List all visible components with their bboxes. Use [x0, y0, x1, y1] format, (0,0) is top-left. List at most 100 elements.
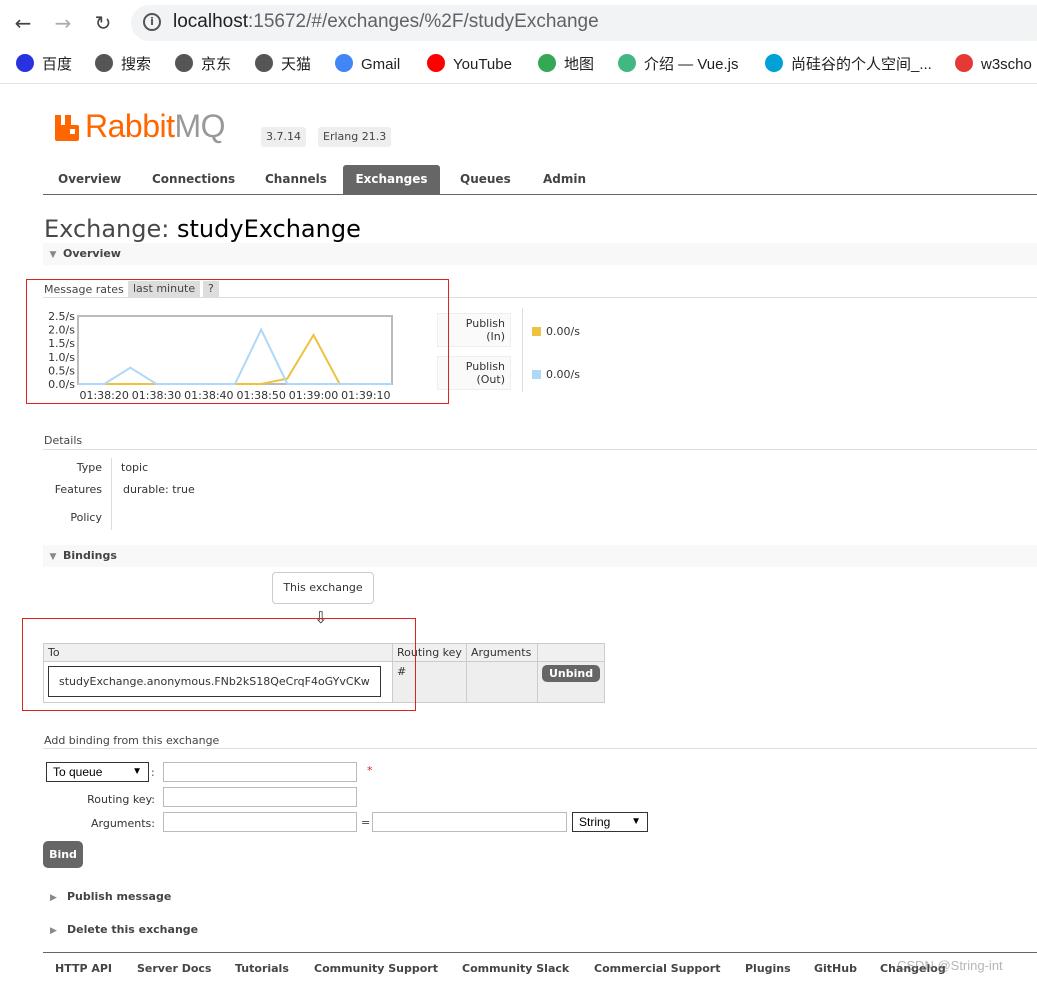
footer-link-tutorials[interactable]: Tutorials [235, 962, 289, 975]
binding-action-cell: Unbind [536, 661, 606, 703]
google-icon [335, 54, 353, 72]
browser-toolbar: ← → ↻ i localhost:15672/#/exchanges/%2F/… [0, 0, 1037, 46]
publish-message-toggle[interactable]: ▶ Publish message [50, 890, 171, 903]
bookmark-label: 百度 [42, 56, 73, 73]
argument-value-input[interactable] [372, 812, 567, 832]
bookmark-item[interactable]: w3scho [955, 54, 1032, 76]
youtube-icon [427, 54, 445, 72]
publish-in-rate: 0.00/s [546, 325, 580, 338]
detail-type-label: Type [76, 461, 102, 474]
details-divider [111, 458, 112, 530]
legend-swatch-in [532, 327, 541, 336]
overview-section-toggle[interactable]: ▼ Overview [43, 243, 1037, 265]
legend-publish-out-value: 0.00/s [532, 368, 580, 381]
exchange-name: studyExchange [177, 215, 361, 243]
legend-publish-in-label: Publish [465, 317, 505, 330]
footer-link-community-support[interactable]: Community Support [314, 962, 438, 975]
bookmark-item[interactable]: 天猫 [255, 54, 311, 76]
expanded-triangle-icon: ▼ [49, 552, 57, 562]
colon-label: : [151, 766, 155, 779]
tab-overview[interactable]: Overview [43, 165, 136, 194]
footer-link-plugins[interactable]: Plugins [745, 962, 791, 975]
legend-publish-out-label: Publish [465, 360, 505, 373]
tab-channels[interactable]: Channels [250, 165, 342, 194]
bookmark-item[interactable]: Gmail [335, 54, 400, 76]
divider [43, 748, 1037, 749]
logo-word-mq: MQ [174, 108, 226, 144]
col-arguments: Arguments [466, 643, 538, 662]
routing-key-input[interactable] [163, 787, 357, 807]
site-info-icon[interactable]: i [143, 13, 161, 31]
detail-type-value: topic [121, 461, 149, 474]
divider [43, 449, 1037, 450]
destination-input[interactable] [163, 762, 357, 782]
footer-link-community-slack[interactable]: Community Slack [462, 962, 569, 975]
footer-link-commercial-support[interactable]: Commercial Support [594, 962, 721, 975]
tab-connections[interactable]: Connections [137, 165, 250, 194]
delete-exchange-toggle[interactable]: ▶ Delete this exchange [50, 923, 198, 936]
version-badge: 3.7.14 [261, 127, 306, 147]
bookmark-item[interactable]: 介绍 — Vue.js [618, 54, 738, 76]
detail-features-label: Features [54, 483, 102, 496]
equals-label: = [361, 816, 371, 829]
bookmark-label: 介绍 — Vue.js [644, 56, 739, 73]
w3school-icon [955, 54, 973, 72]
routing-key-label: Routing key: [87, 793, 155, 806]
detail-features-value: durable: true [123, 483, 195, 496]
reload-icon[interactable]: ↻ [91, 11, 115, 35]
logo-word-rabbit: Rabbit [85, 108, 175, 144]
legend-swatch-out [532, 370, 541, 379]
arguments-label: Arguments: [90, 817, 155, 830]
legend-divider [522, 308, 523, 392]
bindings-heading: Bindings [63, 549, 117, 562]
legend-publish-in-sub: (In) [486, 330, 505, 343]
footer-link-server-docs[interactable]: Server Docs [137, 962, 211, 975]
watermark: CSDN @String-int [897, 958, 1003, 973]
bind-button[interactable]: Bind [43, 841, 83, 868]
back-arrow-icon[interactable]: ← [11, 11, 35, 35]
bookmark-label: 天猫 [281, 56, 312, 73]
bindings-section-toggle[interactable]: ▼ Bindings [43, 545, 1037, 567]
bookmark-item[interactable]: 搜索 [95, 54, 151, 76]
overview-heading: Overview [63, 247, 121, 260]
expanded-triangle-icon: ▼ [49, 250, 57, 260]
unbind-button[interactable]: Unbind [542, 665, 601, 682]
bookmark-item[interactable]: 地图 [538, 54, 594, 76]
bookmark-label: 京东 [201, 56, 232, 73]
bilibili-icon [765, 54, 783, 72]
legend-publish-out-sub: (Out) [476, 373, 505, 386]
add-binding-heading: Add binding from this exchange [44, 734, 220, 747]
argument-type-select[interactable]: String ▼ [572, 812, 648, 832]
delete-exchange-label: Delete this exchange [67, 923, 199, 936]
publish-message-label: Publish message [67, 890, 172, 903]
bookmark-item[interactable]: 尚硅谷的个人空间_... [765, 54, 932, 76]
forward-arrow-icon[interactable]: → [51, 11, 75, 35]
required-mark: * [367, 764, 373, 777]
bookmark-label: 地图 [564, 56, 595, 73]
details-heading: Details [44, 434, 83, 447]
footer-link-http-api[interactable]: HTTP API [55, 962, 112, 975]
tab-exchanges[interactable]: Exchanges [343, 165, 440, 194]
bookmarks-bar: 百度 搜索 京东 天猫 Gmail YouTube 地图 介绍 — Vue.js 尚硅谷的个人空… [0, 46, 1037, 84]
argument-key-input[interactable] [163, 812, 357, 832]
col-action [536, 643, 606, 662]
bookmark-item[interactable]: YouTube [427, 54, 512, 76]
page-title: Exchange: studyExchange [44, 215, 361, 243]
bookmark-item[interactable]: 百度 [16, 54, 72, 76]
maps-icon [538, 54, 556, 72]
bookmark-label: 搜索 [121, 56, 152, 73]
bookmark-item[interactable]: 京东 [175, 54, 231, 76]
bookmark-label: w3scho [981, 56, 1032, 73]
tab-admin[interactable]: Admin [528, 165, 601, 194]
globe-icon [95, 54, 113, 72]
footer-link-github[interactable]: GitHub [814, 962, 857, 975]
main-nav-tabs: Overview Connections Channels Exchanges … [43, 165, 1037, 195]
destination-type-select[interactable]: To queue ▼ [46, 762, 149, 782]
binding-arguments [466, 661, 538, 703]
baidu-icon [16, 54, 34, 72]
chevron-down-icon: ▼ [132, 766, 142, 777]
argument-type-value: String [579, 815, 611, 829]
tab-queues[interactable]: Queues [445, 165, 526, 194]
address-bar[interactable]: i localhost:15672/#/exchanges/%2F/studyE… [131, 5, 1037, 41]
page-title-prefix: Exchange: [44, 215, 170, 243]
